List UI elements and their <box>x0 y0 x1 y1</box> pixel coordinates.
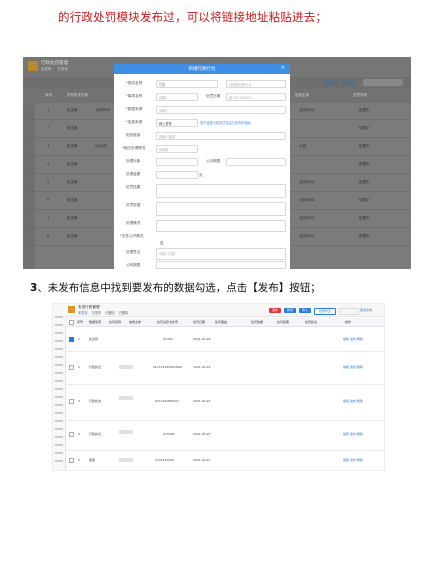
item-name-input[interactable]: 请输入 <box>156 93 198 101</box>
deadline-input[interactable] <box>226 158 286 166</box>
target-input[interactable] <box>156 158 198 166</box>
search-input[interactable] <box>339 308 359 315</box>
behavior-input[interactable]: 请选择行政行为 <box>226 80 286 88</box>
field-label: *数据来源 <box>126 107 143 111</box>
select-all-checkbox[interactable] <box>69 320 74 325</box>
field-label: *文件公开情况 <box>120 234 144 238</box>
publish-button[interactable]: 发布 <box>269 308 281 313</box>
screenshot-add-dialog: 行政处罚管理 未发布 已发布 序号 发布机关名称 信用主体 处罚名称 1 执法局 北京… <box>23 57 411 269</box>
row-checkbox[interactable] <box>69 337 74 342</box>
tab-bar: 未发布 已发布 已撤回 已删除 <box>78 310 132 315</box>
redacted-text <box>119 458 133 462</box>
export-button[interactable]: 批量导出 <box>314 308 336 315</box>
field-label: 处理金额 <box>126 172 141 176</box>
tab-unpublished[interactable]: 未发布 <box>41 67 52 71</box>
search-input[interactable] <box>363 79 403 86</box>
unit-label: 元 <box>199 173 203 177</box>
field-label: 相关链接 <box>126 133 141 137</box>
field-label: *事项名称 <box>126 94 143 98</box>
row-checkbox[interactable] <box>69 432 74 437</box>
row-actions[interactable]: 编辑 发布 删除 <box>343 399 363 403</box>
field-label: 公示期限 <box>206 159 221 163</box>
field-label: *信息来源 <box>126 120 143 124</box>
field-label: *相应处理情况 <box>122 146 146 150</box>
step-caption: 3、未发布信息中找到要发布的数据勾选，点击【发布】按钮； <box>30 282 321 294</box>
field-label: 处罚结果 <box>126 185 141 189</box>
add-button[interactable] <box>341 80 355 86</box>
more-filter-link[interactable]: 更多查询 <box>360 308 372 312</box>
row-actions[interactable]: 编辑 发布 删除 <box>343 337 363 341</box>
public-value: 否 <box>160 241 164 245</box>
table-row[interactable]: 2 行政执法 911101234567890 2021-03-19 编辑 发布 … <box>65 351 384 385</box>
period-input[interactable] <box>156 261 286 269</box>
tab-unpublished[interactable]: 未发布 <box>78 311 88 315</box>
app-logo-icon <box>68 306 75 313</box>
col-name: 处罚名称 <box>353 93 367 97</box>
opinion-textarea[interactable]: 请输入内容 <box>156 248 286 260</box>
screenshot-publish-list: 未发行政管理 未发布 已发布 已撤回 已删除 发布 新增 导入 批量导出 更多查询 序… <box>52 303 385 471</box>
table-row[interactable]: 4 行政执法 115006 2021-03-25 编辑 发布 删除 <box>65 420 384 451</box>
amount-input[interactable] <box>156 171 198 179</box>
row-actions[interactable]: 编辑 发布 删除 <box>343 432 363 436</box>
redacted-text <box>119 365 133 369</box>
field-label: 处理情况 <box>126 221 141 225</box>
import-button[interactable]: 导入 <box>299 308 311 313</box>
link-note: 用于链接行政处罚信息已发布的地址 <box>200 121 251 125</box>
field-label: 处罚依据 <box>126 203 141 207</box>
publish-button[interactable] <box>323 80 337 86</box>
result-textarea[interactable] <box>156 184 286 198</box>
col-org: 发布机关名称 <box>67 93 88 97</box>
app-name: 行政处罚管理 <box>41 61 68 66</box>
tab-deleted[interactable]: 已删除 <box>119 311 129 315</box>
table-header: 序号 数据来源 处罚名称 信用主体 处罚决定书文号 处罚日期 处罚事由 处罚依据… <box>65 318 384 327</box>
field-label: *规范名称 <box>126 81 143 85</box>
col-no: 序号 <box>45 93 52 97</box>
standard-name-select[interactable]: 行政 <box>156 80 218 88</box>
row-checkbox[interactable] <box>69 365 74 370</box>
handling-select[interactable]: 请选择 <box>156 145 198 153</box>
field-label: 处理对象 <box>126 159 141 163</box>
situation-textarea[interactable] <box>156 220 286 232</box>
tab-withdrawn[interactable]: 已撤回 <box>105 311 115 315</box>
info-source-select[interactable]: 网上发布 <box>156 119 198 127</box>
field-label: 公布期限 <box>126 263 141 267</box>
dialog-title: 新增行政行为 <box>188 67 216 72</box>
row-checkbox[interactable] <box>69 458 74 463</box>
table-row[interactable]: 5 其他 1101231000 2021-03-27 编辑 发布 删除 <box>65 450 384 470</box>
field-label: 处罚日期 <box>206 94 221 98</box>
table-row[interactable]: 1 执法局 91350 2021-03-18 编辑 发布 删除 <box>65 327 384 352</box>
add-record-dialog: 新增行政行为 × *规范名称 行政 请选择行政行为 *事项名称 请输入 处罚日期… <box>114 64 290 269</box>
data-source-input[interactable]: 请输入 <box>156 106 286 114</box>
redacted-text <box>119 396 133 400</box>
table-row[interactable]: 3 行政执法 91110108MA01 2021-03-22 编辑 发布 删除 <box>65 384 384 421</box>
redacted-text <box>119 430 133 434</box>
col-subject: 信用主体 <box>295 93 309 97</box>
dialog-header: 新增行政行为 × <box>114 64 290 74</box>
tab-published[interactable]: 已发布 <box>92 311 102 315</box>
app-logo-icon <box>28 61 38 71</box>
row-checkbox[interactable] <box>69 399 74 404</box>
instruction-text: 的行政处罚模块发布过，可以将链接地址粘贴进去； <box>58 10 328 24</box>
date-input[interactable]: 如 2021/05/03 <box>226 93 286 101</box>
field-label: 处理意见 <box>126 250 141 254</box>
row-actions[interactable]: 编辑 发布 删除 <box>343 365 363 369</box>
add-button[interactable]: 新增 <box>284 308 296 313</box>
row-actions[interactable]: 编辑 发布 删除 <box>343 458 363 462</box>
tab-published[interactable]: 已发布 <box>58 67 69 71</box>
basis-textarea[interactable] <box>156 202 286 216</box>
link-input[interactable]: 请输入链接 <box>156 132 286 140</box>
close-icon[interactable]: × <box>281 65 285 71</box>
tab-bar: 未发布 已发布 <box>41 67 74 72</box>
